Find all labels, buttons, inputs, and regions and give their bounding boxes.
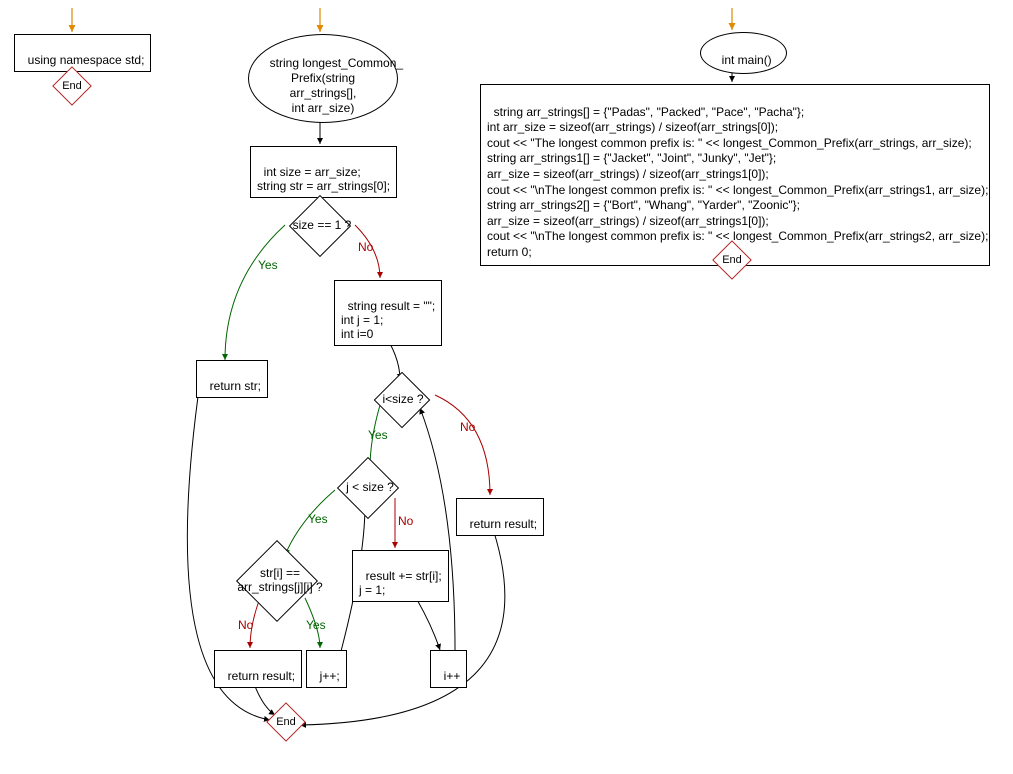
append-node: result += str[i]; j = 1; bbox=[352, 550, 449, 602]
main-body-node: string arr_strings[] = {"Padas", "Packed… bbox=[480, 84, 990, 266]
lcp-init-node: int size = arr_size; string str = arr_st… bbox=[250, 146, 397, 198]
yes-label: Yes bbox=[368, 428, 388, 442]
end-label: End bbox=[272, 716, 300, 728]
return-str-node: return str; bbox=[196, 360, 268, 398]
return-result-inner-node: return result; bbox=[214, 650, 302, 688]
node-text: return result; bbox=[470, 517, 537, 531]
end-label: End bbox=[58, 80, 86, 92]
yes-label: Yes bbox=[308, 512, 328, 526]
decision-label: size == 1 ? bbox=[287, 218, 357, 232]
yes-label: Yes bbox=[258, 258, 278, 272]
node-text: string result = ""; int j = 1; int i=0 bbox=[341, 299, 435, 341]
node-text: result += str[i]; j = 1; bbox=[359, 569, 442, 597]
decision-label: str[i] == arr_strings[j][i] ? bbox=[225, 566, 335, 594]
node-text: return result; bbox=[228, 669, 295, 683]
no-label: No bbox=[358, 240, 373, 254]
end-label: End bbox=[718, 254, 746, 266]
node-text: int size = arr_size; string str = arr_st… bbox=[257, 165, 390, 193]
node-text: string arr_strings[] = {"Padas", "Packed… bbox=[487, 105, 988, 259]
return-result-outer-node: return result; bbox=[456, 498, 544, 536]
ipp-node: i++ bbox=[430, 650, 467, 688]
lcp-signature-node: string longest_Common_ Prefix(string arr… bbox=[248, 34, 398, 123]
node-text: int main() bbox=[722, 53, 772, 67]
node-text: return str; bbox=[210, 379, 261, 393]
node-text: j++; bbox=[320, 669, 340, 683]
no-label: No bbox=[460, 420, 475, 434]
no-label: No bbox=[238, 618, 253, 632]
node-text: i++ bbox=[444, 669, 461, 683]
using-namespace-node: using namespace std; bbox=[14, 34, 151, 72]
main-signature-node: int main() bbox=[700, 32, 787, 74]
decision-label: j < size ? bbox=[338, 480, 402, 494]
decision-label: i<size ? bbox=[378, 392, 428, 406]
node-text: using namespace std; bbox=[28, 53, 145, 67]
node-text: string longest_Common_ Prefix(string arr… bbox=[270, 56, 403, 115]
yes-label: Yes bbox=[306, 618, 326, 632]
no-label: No bbox=[398, 514, 413, 528]
lcp-init2-node: string result = ""; int j = 1; int i=0 bbox=[334, 280, 442, 346]
jpp-node: j++; bbox=[306, 650, 347, 688]
